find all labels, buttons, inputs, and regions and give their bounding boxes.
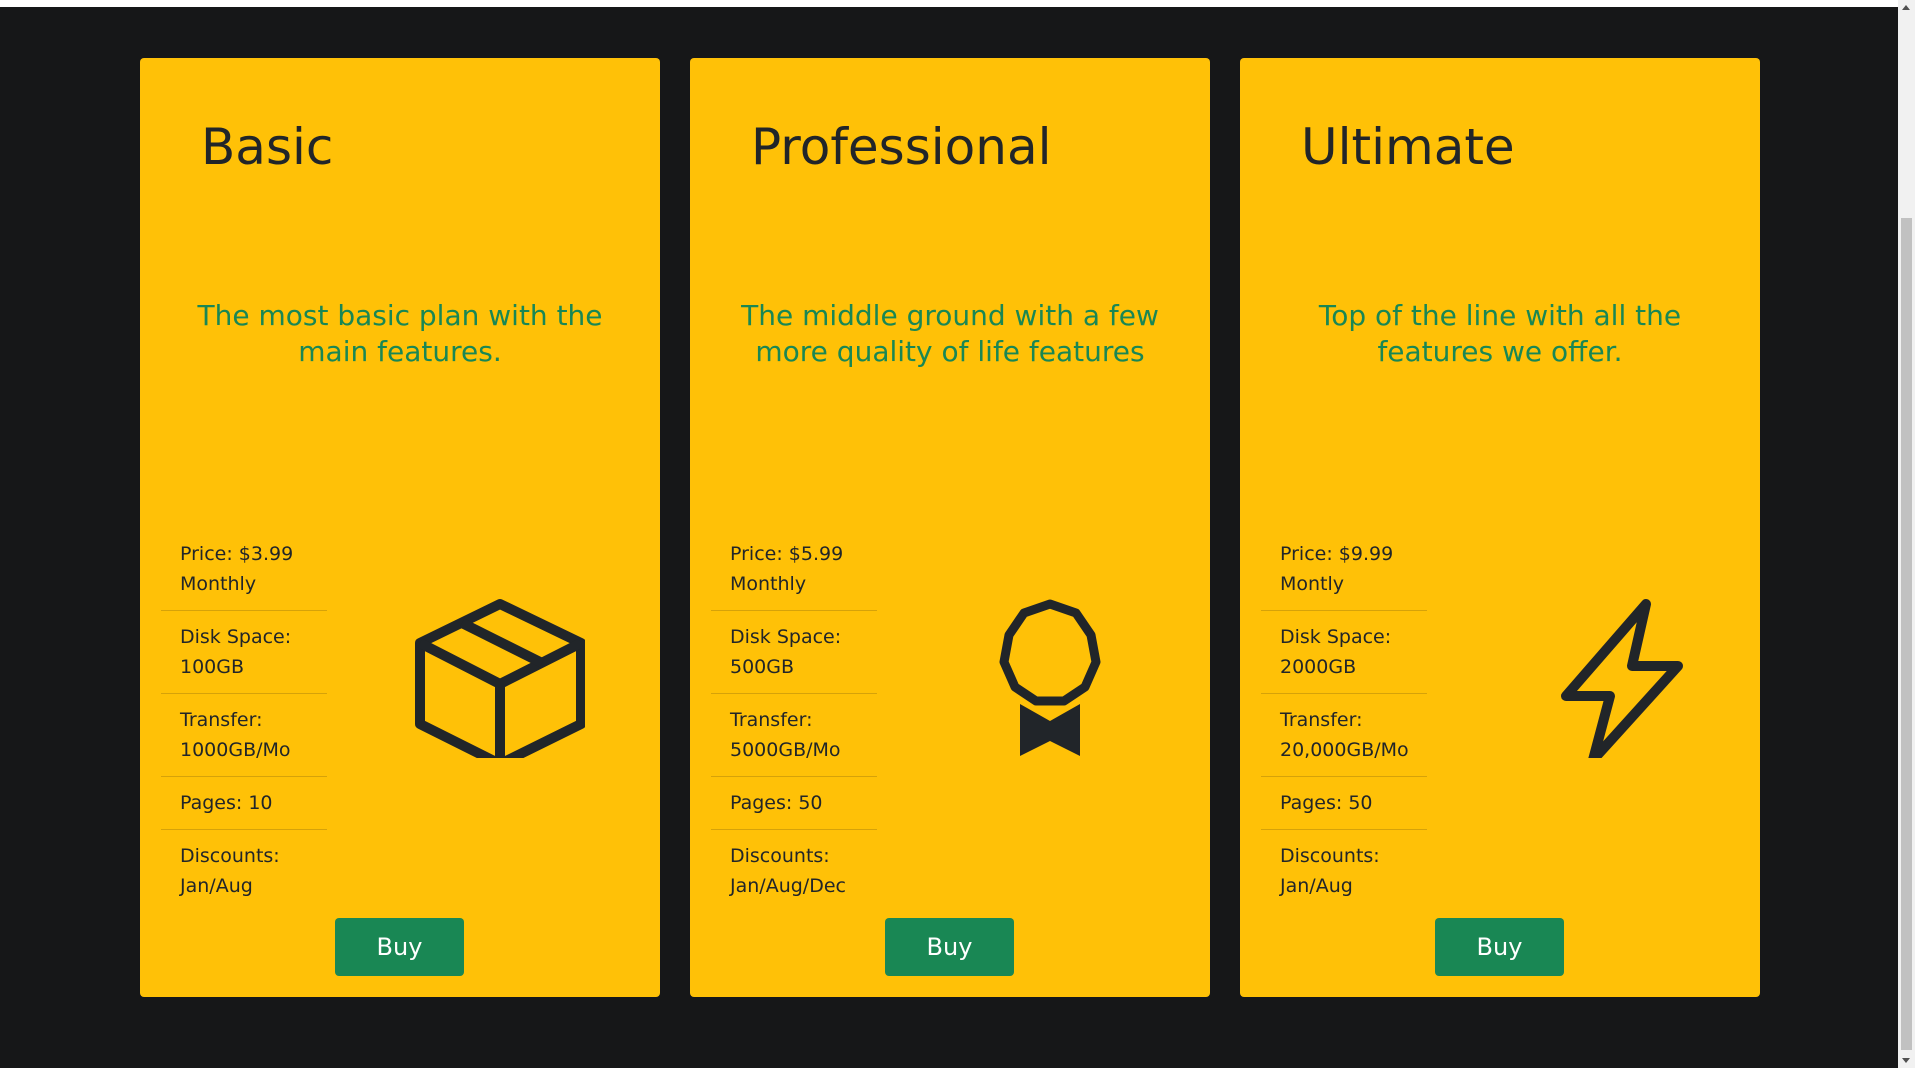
- plan-description: Top of the line with all the features we…: [1318, 299, 1682, 368]
- feature-disk-space: Disk Space: 500GB: [711, 611, 877, 694]
- plan-title: Ultimate: [1301, 118, 1515, 176]
- feature-list: Price: $5.99 Monthly Disk Space: 500GB T…: [711, 528, 877, 912]
- scrollbar-thumb[interactable]: [1901, 218, 1912, 1050]
- plan-description: The middle ground with a few more qualit…: [741, 299, 1159, 368]
- scroll-down-arrow-icon[interactable]: [1902, 1058, 1910, 1063]
- feature-price: Price: $3.99 Monthly: [161, 528, 327, 611]
- feature-transfer: Transfer: 5000GB/Mo: [711, 694, 877, 777]
- lightning-icon: [1561, 599, 1683, 758]
- plan-card-ultimate: Ultimate Top of the line with all the fe…: [1240, 58, 1760, 997]
- plan-title: Basic: [201, 118, 334, 176]
- plan-card-basic: Basic The most basic plan with the main …: [140, 58, 660, 997]
- box-icon: [415, 599, 585, 758]
- feature-discounts: Discounts: Jan/Aug/Dec: [730, 845, 846, 897]
- feature-list: Price: $9.99 Montly Disk Space: 2000GB T…: [1261, 528, 1427, 912]
- buy-button[interactable]: Buy: [1435, 918, 1564, 976]
- feature-disk-space: Disk Space: 2000GB: [1261, 611, 1427, 694]
- feature-transfer: Transfer: 20,000GB/Mo: [1261, 694, 1427, 777]
- plan-card-professional: Professional The middle ground with a fe…: [690, 58, 1210, 997]
- feature-pages: Pages: 50: [1261, 777, 1427, 830]
- plan-description: The most basic plan with the main featur…: [197, 299, 603, 368]
- feature-price: Price: $9.99 Montly: [1261, 528, 1427, 611]
- plan-title: Professional: [751, 118, 1052, 176]
- feature-discounts: Discounts: Jan/Aug: [180, 845, 280, 897]
- feature-disk-space: Disk Space: 100GB: [161, 611, 327, 694]
- feature-list: Price: $3.99 Monthly Disk Space: 100GB T…: [161, 528, 327, 912]
- feature-transfer: Transfer: 1000GB/Mo: [161, 694, 327, 777]
- vertical-scrollbar[interactable]: [1898, 0, 1915, 1068]
- feature-discounts: Discounts: Jan/Aug: [1280, 845, 1380, 897]
- buy-button[interactable]: Buy: [335, 918, 464, 976]
- feature-pages: Pages: 10: [161, 777, 327, 830]
- buy-button[interactable]: Buy: [885, 918, 1014, 976]
- pricing-cards: Basic The most basic plan with the main …: [140, 58, 1760, 997]
- feature-price: Price: $5.99 Monthly: [711, 528, 877, 611]
- feature-pages: Pages: 50: [711, 777, 877, 830]
- award-icon: [999, 599, 1101, 756]
- top-bar: [0, 0, 1898, 7]
- scroll-up-arrow-icon[interactable]: [1902, 5, 1910, 10]
